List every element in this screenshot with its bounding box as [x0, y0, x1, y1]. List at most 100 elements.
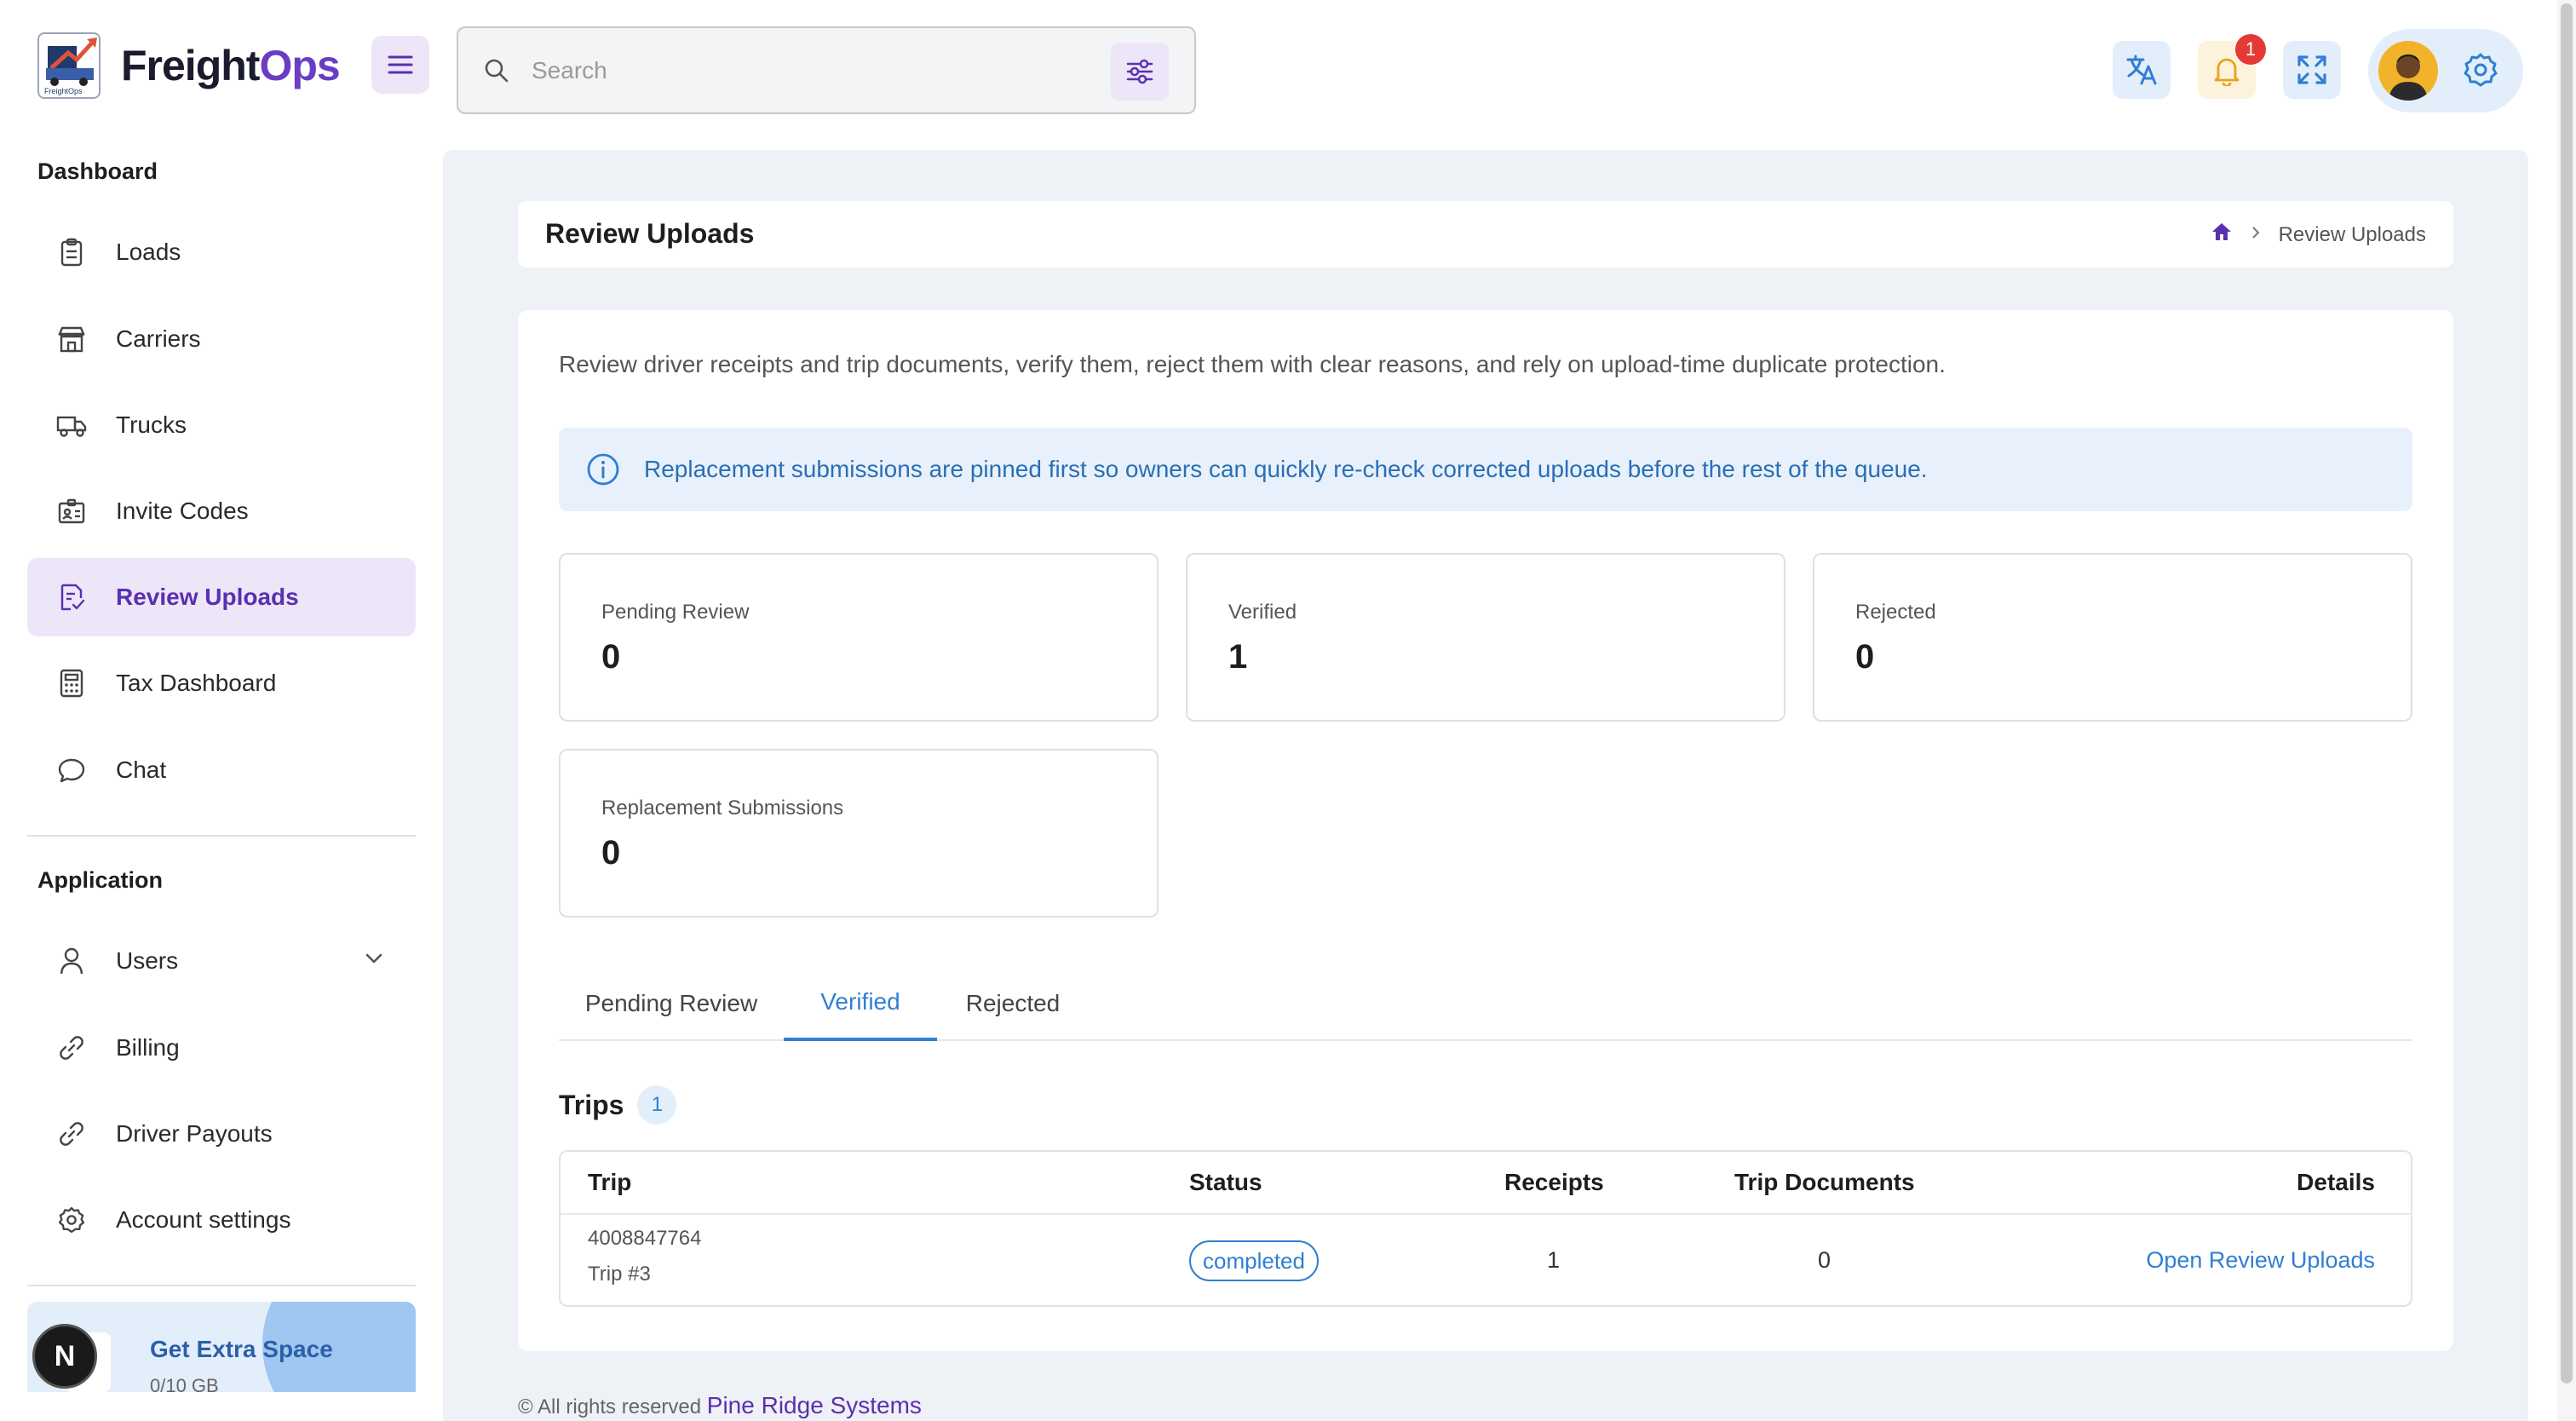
- chat-icon: [56, 755, 87, 785]
- sidebar-item-label: Loads: [116, 239, 181, 265]
- scrollbar-thumb[interactable]: [2561, 3, 2573, 1384]
- menu-toggle-button[interactable]: [371, 36, 429, 94]
- sidebar-item-label: Trucks: [116, 411, 187, 438]
- app-name: FreightOps: [121, 41, 341, 90]
- stat-card-pending-review: Pending Review 0: [559, 553, 1159, 722]
- page-scrollbar[interactable]: [2557, 0, 2576, 1421]
- info-alert: Replacement submissions are pinned first…: [559, 428, 2412, 511]
- info-alert-text: Replacement submissions are pinned first…: [644, 456, 1928, 482]
- chevron-down-icon: [363, 947, 385, 974]
- trips-table: Trip Status Receipts Trip Documents Deta…: [559, 1150, 2412, 1307]
- sidebar-item-label: Account settings: [116, 1206, 291, 1233]
- sidebar-item-label: Users: [116, 947, 179, 974]
- extra-space-title: Get Extra Space: [150, 1336, 333, 1362]
- app-name-part2: Ops: [259, 42, 340, 89]
- notifications-button[interactable]: 1: [2198, 34, 2266, 99]
- fullscreen-icon: [2297, 55, 2326, 84]
- sidebar-item-users[interactable]: Users: [27, 922, 416, 1000]
- sidebar: Dashboard Loads Carriers Trucks Invite C…: [0, 141, 443, 1421]
- review-doc-icon: [56, 582, 87, 613]
- app-logo[interactable]: FreightOps FreightOps: [37, 32, 341, 99]
- sidebar-section-application: Application: [37, 867, 163, 893]
- search-input[interactable]: [532, 56, 1077, 84]
- gear-icon: [2464, 53, 2498, 87]
- table-divider: [561, 1213, 2411, 1215]
- top-header: FreightOps FreightOps 1: [0, 0, 2576, 141]
- fullscreen-button[interactable]: [2283, 41, 2341, 99]
- footer-company-link[interactable]: Pine Ridge Systems: [707, 1392, 922, 1418]
- sidebar-item-carriers[interactable]: Carriers: [27, 300, 416, 378]
- sidebar-item-review-uploads[interactable]: Review Uploads: [27, 558, 416, 636]
- search-filter-button[interactable]: [1111, 43, 1169, 101]
- trips-heading: Trips 1: [559, 1085, 677, 1125]
- sidebar-divider: [27, 1285, 416, 1286]
- sidebar-item-label: Review Uploads: [116, 584, 299, 610]
- home-icon[interactable]: [2211, 221, 2233, 248]
- stat-label: Rejected: [1855, 601, 1936, 624]
- sidebar-item-billing[interactable]: Billing: [27, 1009, 416, 1087]
- settings-button[interactable]: [2462, 51, 2499, 93]
- avatar[interactable]: [2378, 41, 2438, 101]
- sidebar-item-driver-payouts[interactable]: Driver Payouts: [27, 1095, 416, 1173]
- sidebar-section-dashboard: Dashboard: [37, 158, 158, 184]
- search-bar: [457, 26, 1196, 114]
- sidebar-item-account-settings[interactable]: Account settings: [27, 1181, 416, 1259]
- stat-value: 0: [601, 834, 621, 872]
- truck-icon: [56, 410, 87, 440]
- calculator-icon: [56, 668, 87, 699]
- review-uploads-card: Review driver receipts and trip document…: [518, 310, 2453, 1351]
- footer-copyright: © All rights reserved: [518, 1395, 702, 1418]
- logo-caption: FreightOps: [44, 87, 83, 95]
- sidebar-item-label: Invite Codes: [116, 498, 249, 524]
- stat-label: Replacement Submissions: [601, 797, 844, 820]
- sidebar-item-loads[interactable]: Loads: [27, 213, 416, 291]
- sidebar-item-tax-dashboard[interactable]: Tax Dashboard: [27, 644, 416, 722]
- sidebar-item-label: Carriers: [116, 325, 201, 352]
- trips-count-badge: 1: [637, 1085, 677, 1125]
- stat-label: Pending Review: [601, 601, 750, 624]
- filter-icon: [1126, 59, 1153, 84]
- translate-button[interactable]: [2113, 41, 2171, 99]
- column-header-trip-documents: Trip Documents: [1734, 1169, 1915, 1195]
- search-icon: [485, 59, 509, 82]
- sidebar-item-label: Billing: [116, 1034, 180, 1061]
- stat-value: 0: [1855, 638, 1875, 676]
- trips-title: Trips: [559, 1089, 624, 1120]
- chevron-right-icon: [2250, 223, 2262, 247]
- app-name-part1: Freight: [121, 42, 260, 89]
- stat-card-verified: Verified 1: [1186, 553, 1785, 722]
- menu-icon: [388, 55, 413, 74]
- column-header-details: Details: [2297, 1169, 2375, 1195]
- sidebar-item-label: Driver Payouts: [116, 1120, 273, 1147]
- dev-tools-badge[interactable]: N: [32, 1324, 97, 1389]
- sidebar-item-chat[interactable]: Chat: [27, 731, 416, 809]
- logo-mark-icon: FreightOps: [37, 32, 101, 99]
- stat-card-replacement-submissions: Replacement Submissions 0: [559, 749, 1159, 918]
- clipboard-icon: [56, 237, 87, 268]
- stat-card-rejected: Rejected 0: [1813, 553, 2412, 722]
- breadcrumb-current: Review Uploads: [2278, 222, 2426, 246]
- sidebar-item-invite-codes[interactable]: Invite Codes: [27, 472, 416, 550]
- translate-icon: [2126, 55, 2157, 85]
- tab-verified[interactable]: Verified: [784, 966, 937, 1041]
- user-icon: [56, 946, 87, 976]
- id-card-icon: [56, 496, 87, 526]
- review-tabs: Pending Review Verified Rejected: [559, 966, 2412, 1041]
- profile-pill: [2368, 29, 2523, 112]
- page-title: Review Uploads: [545, 218, 755, 249]
- store-icon: [56, 324, 87, 354]
- column-header-receipts: Receipts: [1504, 1169, 1604, 1195]
- page-description: Review driver receipts and trip document…: [559, 351, 1946, 377]
- trip-name: Trip #3: [588, 1263, 651, 1286]
- tab-pending-review[interactable]: Pending Review: [559, 966, 784, 1041]
- column-header-status: Status: [1189, 1169, 1262, 1195]
- status-badge: completed: [1189, 1240, 1319, 1281]
- sidebar-divider: [27, 835, 416, 837]
- sidebar-item-trucks[interactable]: Trucks: [27, 386, 416, 464]
- extra-space-usage: 0/10 GB: [150, 1375, 219, 1392]
- sidebar-item-label: Chat: [116, 757, 167, 783]
- stat-value: 0: [601, 638, 621, 676]
- info-icon: [587, 453, 619, 486]
- open-review-uploads-link[interactable]: Open Review Uploads: [2146, 1247, 2375, 1274]
- tab-rejected[interactable]: Rejected: [937, 966, 1089, 1041]
